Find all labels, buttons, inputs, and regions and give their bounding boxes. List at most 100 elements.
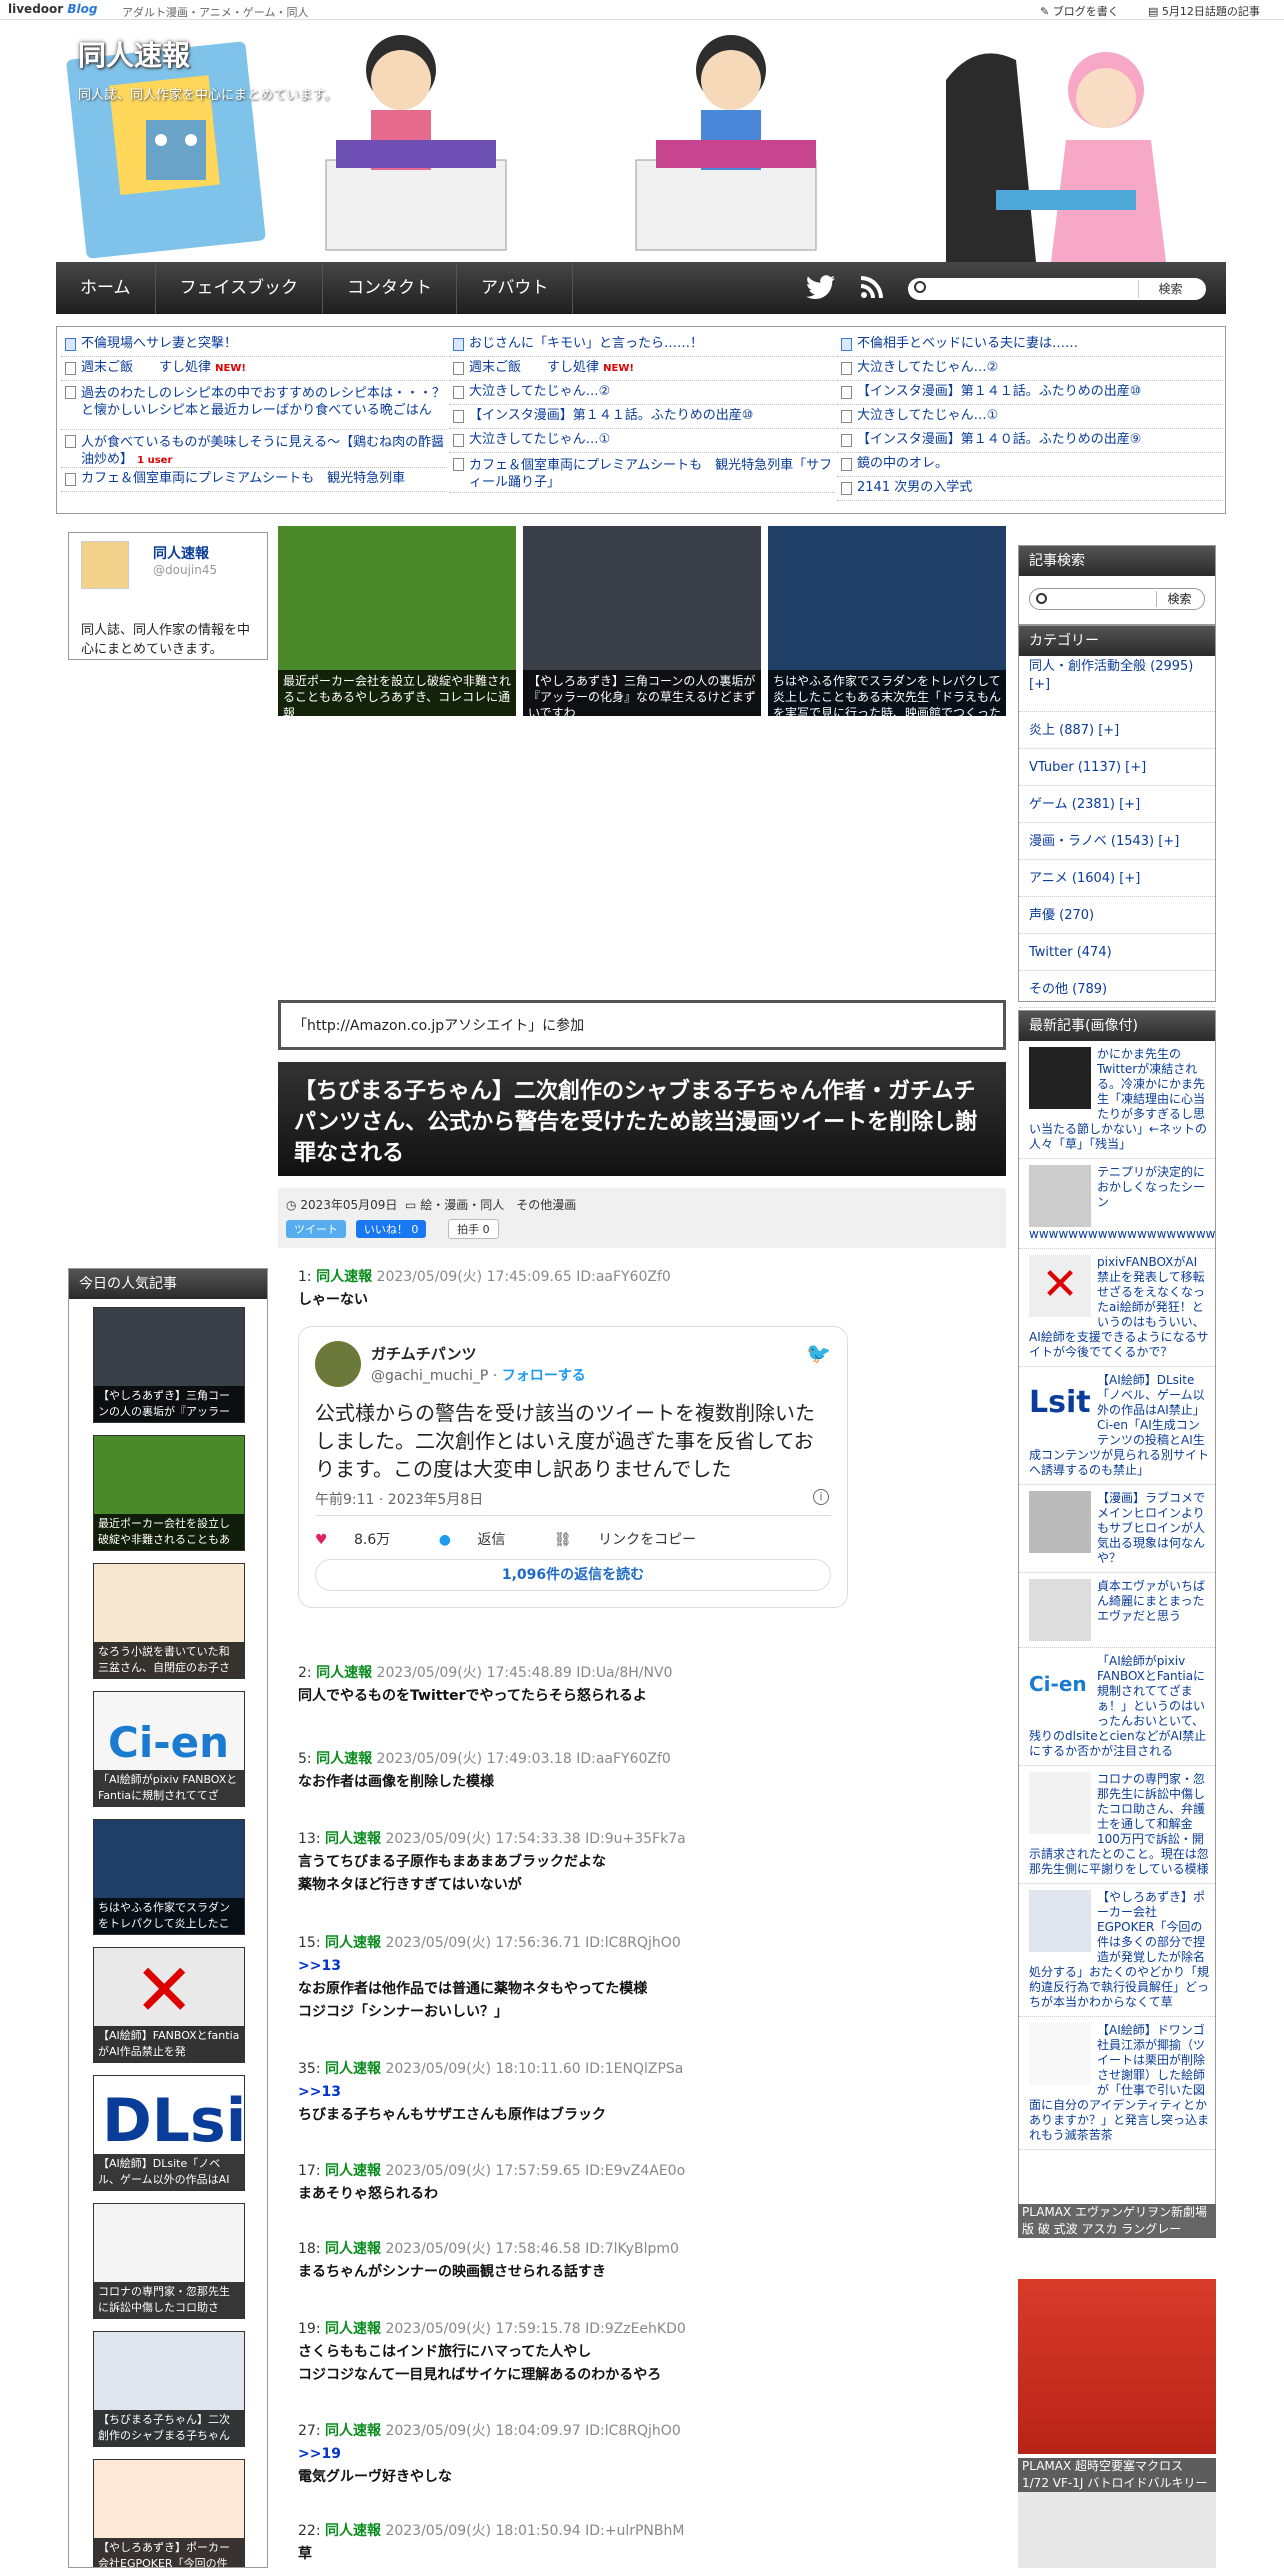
antenna-link[interactable]: 人が食べているものが美味しそうに見える〜【鶏むね肉の酢醤油炒め】 1 user [61,430,447,468]
write-blog-link[interactable]: ✎ ブログを書く [1040,3,1119,19]
recent-item[interactable]: 【AI絵師】ドワンゴ社員江添が揶揄（ツイートは栗田が削除させ謝罪）した絵師が「仕… [1019,2017,1215,2150]
tweet-author[interactable]: ガチムチパンツ [371,1343,476,1364]
article-search-title: 記事検索 [1019,546,1215,576]
recent-item[interactable]: コロナの専門家・忽那先生に訴訟中傷したコロ助さん、弁護士を通して和解金100万円… [1019,1766,1215,1884]
recent-item[interactable]: かにかま先生のTwitterが凍結される。冷凍かにかま先生「凍結理由に心当たりが… [1019,1041,1215,1159]
popular-item[interactable]: コロナの専門家・忽那先生に訴訟中傷したコロ助さ [93,2203,245,2319]
tweet-handle[interactable]: @gachi_muchi_P [371,1368,488,1384]
category-item[interactable]: 漫画・ラノベ (1543) [+] [1019,823,1215,860]
reply-anchor[interactable]: >>13 [298,1955,998,1978]
antenna-link[interactable]: 不倫現場へサレ妻と突撃！ [61,333,447,357]
tweet-avatar[interactable] [315,1341,361,1387]
popular-item[interactable]: 【やしろあずき】ポーカー会社EGPOKER「今回の件 [93,2459,245,2567]
rss-icon[interactable] [860,275,884,305]
antenna-link[interactable]: 不倫相手とベッドにいる夫に妻は…… [837,333,1223,357]
twitter-icon[interactable] [806,275,836,305]
response-15: 15: 同人速報 2023/05/09(火) 17:56:36.71 ID:lC… [298,1932,998,2024]
category-item[interactable]: VTuber (1137) [+] [1019,749,1215,786]
popular-item[interactable]: 【やしろあずき】三角コーンの人の裏垢が『アッラー [93,1307,245,1423]
profile-avatar[interactable] [81,541,129,589]
antenna-link[interactable]: 大泣きしてたじゃん…② [837,357,1223,381]
response-5: 5: 同人速報 2023/05/09(火) 17:49:03.18 ID:aaF… [298,1751,671,1790]
info-icon[interactable]: i [813,1489,829,1505]
tweet-like[interactable]: ♥ 8.6万 [315,1532,412,1548]
category-item[interactable]: その他 (789) [1019,971,1215,1008]
antenna-link[interactable]: 【インスタ漫画】第１４１話。ふたりめの出産⑩ [837,381,1223,405]
popular-item[interactable]: 【ちびまる子ちゃん】二次創作のシャブまる子ちゃん [93,2331,245,2447]
site-description: 同人誌、同人作家を中心にまとめています。 [78,88,337,103]
antenna-link[interactable]: おじさんに「キモい」と言ったら……！ [449,333,835,357]
folder-icon: ▭ [405,1198,417,1212]
response-13: 13: 同人速報 2023/05/09(火) 17:54:33.38 ID:9u… [298,1831,686,1893]
antenna-link[interactable]: 大泣きしてたじゃん…② [449,381,835,405]
ad-plamax-asuka[interactable]: PLAMAX エヴァンゲリヲン新劇場版 破 式波 アスカ ラングレー [1018,2204,1216,2454]
featured-article[interactable]: ちはやふる作家でスラダンをトレパクして炎上したこともある末次先生「ドラえもんを実… [768,526,1006,716]
tweet-reply[interactable]: ● 返信 [439,1532,528,1548]
ad-plamax-valkyrie[interactable]: PLAMAX 超時空要塞マクロス 1/72 VF-1J バトロイドバルキリー [1018,2458,1216,2568]
antenna-link[interactable]: 大泣きしてたじゃん…① [449,429,835,453]
clap-button[interactable]: 拍手 0 [448,1219,499,1239]
recent-item[interactable]: ✕ pixivFANBOXがAI禁止を発表して移転せざるをえなくなったai絵師が発… [1019,1249,1215,1367]
antenna-link[interactable]: 鏡の中のオレ。 [837,453,1223,477]
category-item[interactable]: Twitter (474) [1019,934,1215,971]
post-category[interactable]: 絵・漫画・同人 その他漫画 [420,1198,576,1212]
antenna-link[interactable]: 週末ご飯 すし処律 NEW! [61,357,447,381]
recent-item[interactable]: 【やしろあずき】ポーカー会社EGPOKER「今回の件は多くの部分で捏造が発覚した… [1019,1884,1215,2017]
site-title[interactable]: 同人速報 [78,34,190,74]
popular-item[interactable]: ちはやふる作家でスラダンをトレパクして炎上したこ [93,1819,245,1935]
antenna-column-1: 不倫現場へサレ妻と突撃！ 週末ご飯 すし処律 NEW! 過去のわたしのレシピ本の… [61,333,447,492]
antenna-link[interactable]: カフェ＆個室車両にプレミアムシートも 観光特急列車「サフィール踊り子」 [449,453,835,493]
read-replies-button[interactable]: 1,096件の返信を読む [315,1559,831,1591]
popular-item[interactable]: ✕ 【AI絵師】FANBOXとfantiaがAI作品禁止を発 [93,1947,245,2063]
article-search-widget: 記事検索 検索 [1018,545,1216,625]
category-item[interactable]: 同人・創作活動全般 (2995) [+] [1019,656,1215,712]
header-search-button[interactable]: 検索 [1138,280,1202,298]
reply-anchor[interactable]: >>19 [298,2443,998,2466]
profile-name[interactable]: 同人速報 [153,543,209,563]
antenna-link[interactable]: 【インスタ漫画】第１４０話。ふたりめの出産⑨ [837,429,1223,453]
tweet-timestamp[interactable]: 午前9:11 · 2023年5月8日 [315,1489,483,1509]
popular-item[interactable]: DLsite【AI絵師】DLsite「ノベル、ゲーム以外の作品はAI [93,2075,245,2191]
nav-home[interactable]: ホーム [56,262,156,314]
category-item[interactable]: ゲーム (2381) [+] [1019,786,1215,823]
facebook-like-button[interactable]: いいね！ 0 [355,1220,427,1238]
recent-item[interactable]: Lsit 【AI絵師】DLsite「ノベル、ゲーム以外の作品はAI禁止」Ci-en… [1019,1367,1215,1485]
featured-article[interactable]: 【やしろあずき】三角コーンの人の裏垢が『アッラーの化身』なの草生えるけどまずいで… [523,526,761,716]
recent-item[interactable]: 貞本エヴァがいちばん綺麗にまとまったエヴァだと思う [1019,1573,1215,1648]
twitter-bird-icon[interactable]: 🐦 [806,1341,831,1365]
tweet-follow-link[interactable]: フォローする [502,1368,586,1384]
popular-item[interactable]: Ci-en 「AI絵師がpixiv FANBOXとFantiaに規制されててざ [93,1691,245,1807]
header-illustration [56,20,1226,262]
antenna-link[interactable]: 週末ご飯 すし処律 NEW! [449,357,835,381]
tweet-button[interactable]: ツイート [286,1220,346,1238]
nav-about[interactable]: アバウト [457,262,574,314]
post-title[interactable]: 【ちびまる子ちゃん】二次創作のシャブまる子ちゃん作者・ガチムチパンツさん、公式か… [278,1062,1006,1176]
antenna-link[interactable]: 過去のわたしのレシピ本の中でおすすめのレシピ本は・・・？と懐かしいレシピ本と最近… [61,381,447,430]
nav-facebook[interactable]: フェイスブック [156,262,323,314]
article-search-button[interactable]: 検索 [1156,591,1202,607]
category-item[interactable]: 炎上 (887) [+] [1019,712,1215,749]
antenna-link[interactable]: カフェ＆個室車両にプレミアムシートも 観光特急列車 [61,468,447,492]
category-item[interactable]: アニメ (1604) [+] [1019,860,1215,897]
tweet-copy-link[interactable]: ⛓ リンクをコピー [554,1532,718,1548]
featured-article[interactable]: 最近ポーカー会社を設立し破綻や非難されることもあるやしろあずき、コレコレに通報 [278,526,516,716]
antenna-link[interactable]: 【インスタ漫画】第１４１話。ふたりめの出産⑩ [449,405,835,429]
antenna-link[interactable]: 大泣きしてたじゃん…① [837,405,1223,429]
profile-text: 同人誌、同人作家の情報を中心にまとめていきます。 [81,623,251,657]
popular-item[interactable]: なろう小説を書いていた和三盆さん、自閉症のお子さ [93,1563,245,1679]
antenna-link[interactable]: 2141 次男の入学式 [837,477,1223,501]
antenna-column-2: おじさんに「キモい」と言ったら……！ 週末ご飯 すし処律 NEW! 大泣きしてた… [449,333,835,493]
article-search-input[interactable]: 検索 [1029,588,1205,610]
blog-category[interactable]: アダルト漫画・アニメ・ゲーム・同人 [122,4,308,20]
livedoor-topbar: livedoor Blog アダルト漫画・アニメ・ゲーム・同人 ✎ ブログを書く… [0,0,1284,20]
livedoor-logo[interactable]: livedoor Blog [8,2,97,16]
reply-anchor[interactable]: >>13 [298,2081,998,2104]
category-item[interactable]: 声優 (270) [1019,897,1215,934]
popular-item[interactable]: 最近ポーカー会社を設立し破綻や非難されることもあ [93,1435,245,1551]
response-2: 2: 同人速報 2023/05/09(火) 17:45:48.89 ID:Ua/… [298,1665,673,1704]
topics-link[interactable]: ▤ 5月12日話題の記事 [1148,3,1260,19]
recent-item[interactable]: Ci-en 「AI絵師がpixiv FANBOXとFantiaに規制されててざまぁ… [1019,1648,1215,1766]
recent-item[interactable]: テニプリが決定的におかしくなったシーン wwwwwwwwwwwwwwwwwwww… [1019,1159,1215,1249]
nav-contact[interactable]: コンタクト [323,262,457,314]
recent-item[interactable]: 【漫画】ラブコメでメインヒロインよりもサブヒロインが人気出る現象は何なんや？ [1019,1485,1215,1573]
